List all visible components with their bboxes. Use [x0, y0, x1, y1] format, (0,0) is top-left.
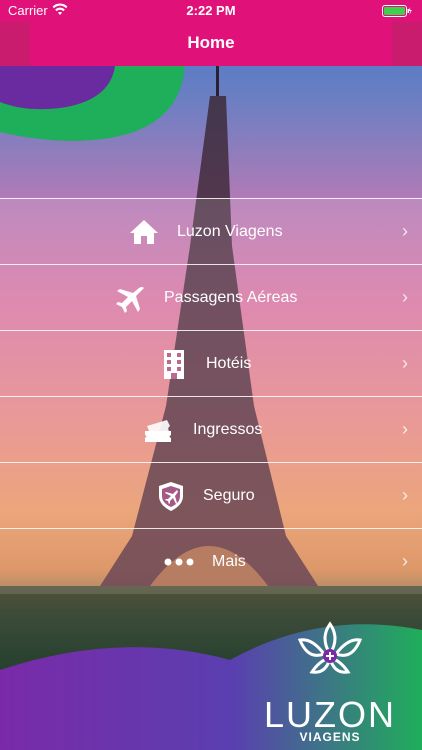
clock: 2:22 PM — [186, 3, 236, 18]
more-dots-icon — [164, 558, 194, 566]
menu-item-mais[interactable]: Mais › — [0, 528, 422, 594]
nav-bar: Home — [0, 22, 422, 66]
page-title: Home — [187, 33, 235, 52]
brand-subtitle: VIAGENS — [299, 730, 361, 744]
menu-item-label: Seguro — [203, 487, 255, 504]
shield-plane-icon — [159, 482, 183, 511]
menu-item-luzon-viagens[interactable]: Luzon Viagens › — [0, 198, 422, 264]
tickets-icon — [145, 420, 171, 442]
menu-item-label: Passagens Aéreas — [164, 289, 298, 306]
battery-icon — [382, 5, 412, 17]
menu-item-label: Hotéis — [206, 355, 252, 372]
home-screen: Carrier 2:22 PM Home Luzon Viagens › Pas… — [0, 0, 422, 750]
main-menu: Luzon Viagens › Passagens Aéreas › Hotéi… — [0, 198, 422, 594]
chevron-right-icon: › — [402, 419, 408, 439]
hotel-building-icon — [164, 350, 184, 379]
status-bar: Carrier 2:22 PM — [0, 0, 422, 22]
home-icon — [130, 220, 158, 244]
menu-item-label: Ingressos — [193, 421, 263, 438]
chevron-right-icon: › — [402, 551, 408, 571]
chevron-right-icon: › — [402, 221, 408, 241]
brand-logo: LUZON VIAGENS — [250, 620, 410, 745]
airplane-icon — [116, 287, 144, 313]
menu-item-ingressos[interactable]: Ingressos › — [0, 396, 422, 462]
chevron-right-icon: › — [402, 353, 408, 373]
decor-blob-top — [0, 66, 185, 141]
menu-item-label: Luzon Viagens — [177, 223, 283, 240]
orchid-logo-icon — [297, 621, 363, 674]
menu-item-passagens-aereas[interactable]: Passagens Aéreas › — [0, 264, 422, 330]
menu-item-label: Mais — [212, 553, 246, 570]
menu-item-seguro[interactable]: Seguro › — [0, 462, 422, 528]
chevron-right-icon: › — [402, 485, 408, 505]
menu-item-hoteis[interactable]: Hotéis › — [0, 330, 422, 396]
chevron-right-icon: › — [402, 287, 408, 307]
